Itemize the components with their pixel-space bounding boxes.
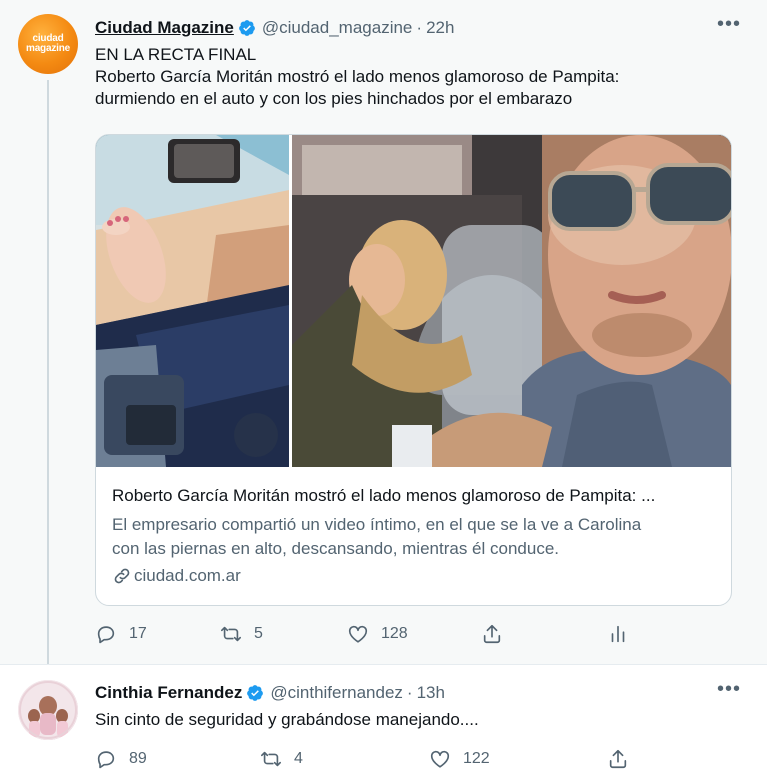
retweet-button[interactable]: 4: [260, 748, 303, 770]
tweet-text-line-3: durmiendo en el auto y con los pies hinc…: [95, 89, 573, 108]
avatar-logo-text-2: magazine: [26, 43, 70, 54]
like-count: 128: [381, 625, 408, 642]
tweet-ciudad-magazine[interactable]: ciudad magazine Ciudad Magazine @ciudad_…: [0, 0, 767, 665]
like-count: 122: [463, 750, 490, 767]
tweet-text-line-1: EN LA RECTA FINAL: [95, 45, 257, 64]
handle[interactable]: @cinthifernandez: [270, 683, 403, 703]
verified-badge-icon: [238, 20, 255, 36]
avatar-cinthia-fernandez[interactable]: [18, 680, 78, 740]
retweet-icon: [261, 751, 281, 767]
link-icon: [114, 568, 130, 584]
retweet-button[interactable]: 5: [220, 623, 263, 645]
share-button[interactable]: [607, 748, 629, 770]
tweet-header: Ciudad Magazine @ciudad_magazine · 22h: [95, 16, 747, 40]
like-button[interactable]: 128: [347, 623, 408, 645]
retweet-count: 4: [294, 750, 303, 767]
card-meta[interactable]: Roberto García Moritán mostró el lado me…: [112, 485, 715, 587]
analytics-icon: [611, 625, 625, 643]
timestamp[interactable]: 13h: [417, 683, 445, 703]
separator-dot: ·: [416, 18, 423, 37]
card-title[interactable]: Roberto García Moritán mostró el lado me…: [112, 485, 715, 507]
display-name[interactable]: Cinthia Fernandez: [95, 683, 242, 703]
avatar-photo: [18, 680, 78, 740]
tweet-header: Cinthia Fernandez @cinthifernandez · 13h: [95, 681, 747, 705]
separator-dot: ·: [406, 683, 413, 702]
like-icon: [348, 625, 368, 643]
reply-icon: [97, 751, 115, 769]
link-card[interactable]: Roberto García Moritán mostró el lado me…: [95, 134, 732, 606]
action-bar: 89 4 122: [95, 747, 687, 771]
timestamp[interactable]: 22h: [426, 18, 454, 38]
card-description-line-2: con las piernas en alto, descansando, mi…: [112, 539, 559, 558]
analytics-button[interactable]: [607, 623, 629, 645]
reply-button[interactable]: 89: [95, 748, 147, 770]
share-button[interactable]: [481, 623, 503, 645]
card-image-right-panel: [292, 135, 731, 467]
like-button[interactable]: 122: [429, 748, 490, 770]
more-icon[interactable]: •••: [717, 679, 741, 699]
card-domain-text: ciudad.com.ar: [134, 566, 241, 585]
more-icon[interactable]: •••: [717, 14, 741, 34]
tweet-text: EN LA RECTA FINAL Roberto García Moritán…: [95, 44, 737, 110]
reply-button[interactable]: 17: [95, 623, 147, 645]
retweet-count: 5: [254, 625, 263, 642]
car-dashboard-illustration: [96, 135, 289, 467]
retweet-icon: [221, 626, 241, 642]
reply-count: 89: [129, 750, 147, 767]
selfie-illustration: [292, 135, 731, 467]
card-description: El empresario compartió un video íntimo,…: [112, 513, 715, 561]
card-image-left-panel: [96, 135, 289, 467]
card-domain[interactable]: ciudad.com.ar: [112, 565, 715, 587]
like-icon: [430, 750, 450, 768]
tweet-text: Sin cinto de seguridad y grabándose mane…: [95, 710, 479, 729]
display-name[interactable]: Ciudad Magazine: [95, 18, 234, 38]
share-icon: [609, 749, 627, 769]
reply-icon: [97, 626, 115, 644]
avatar-ciudad-magazine[interactable]: ciudad magazine: [18, 14, 78, 74]
tweet-cinthia-fernandez[interactable]: Cinthia Fernandez @cinthifernandez · 13h…: [0, 665, 767, 774]
tweet-text-line-2: Roberto García Moritán mostró el lado me…: [95, 67, 620, 86]
handle[interactable]: @ciudad_magazine: [262, 18, 413, 38]
thread-line: [47, 80, 49, 664]
reply-count: 17: [129, 625, 147, 642]
action-bar: 17 5 128: [95, 622, 687, 646]
share-icon: [483, 624, 501, 644]
card-description-line-1: El empresario compartió un video íntimo,…: [112, 515, 642, 534]
card-image[interactable]: [96, 135, 731, 467]
verified-badge-icon: [247, 685, 264, 701]
